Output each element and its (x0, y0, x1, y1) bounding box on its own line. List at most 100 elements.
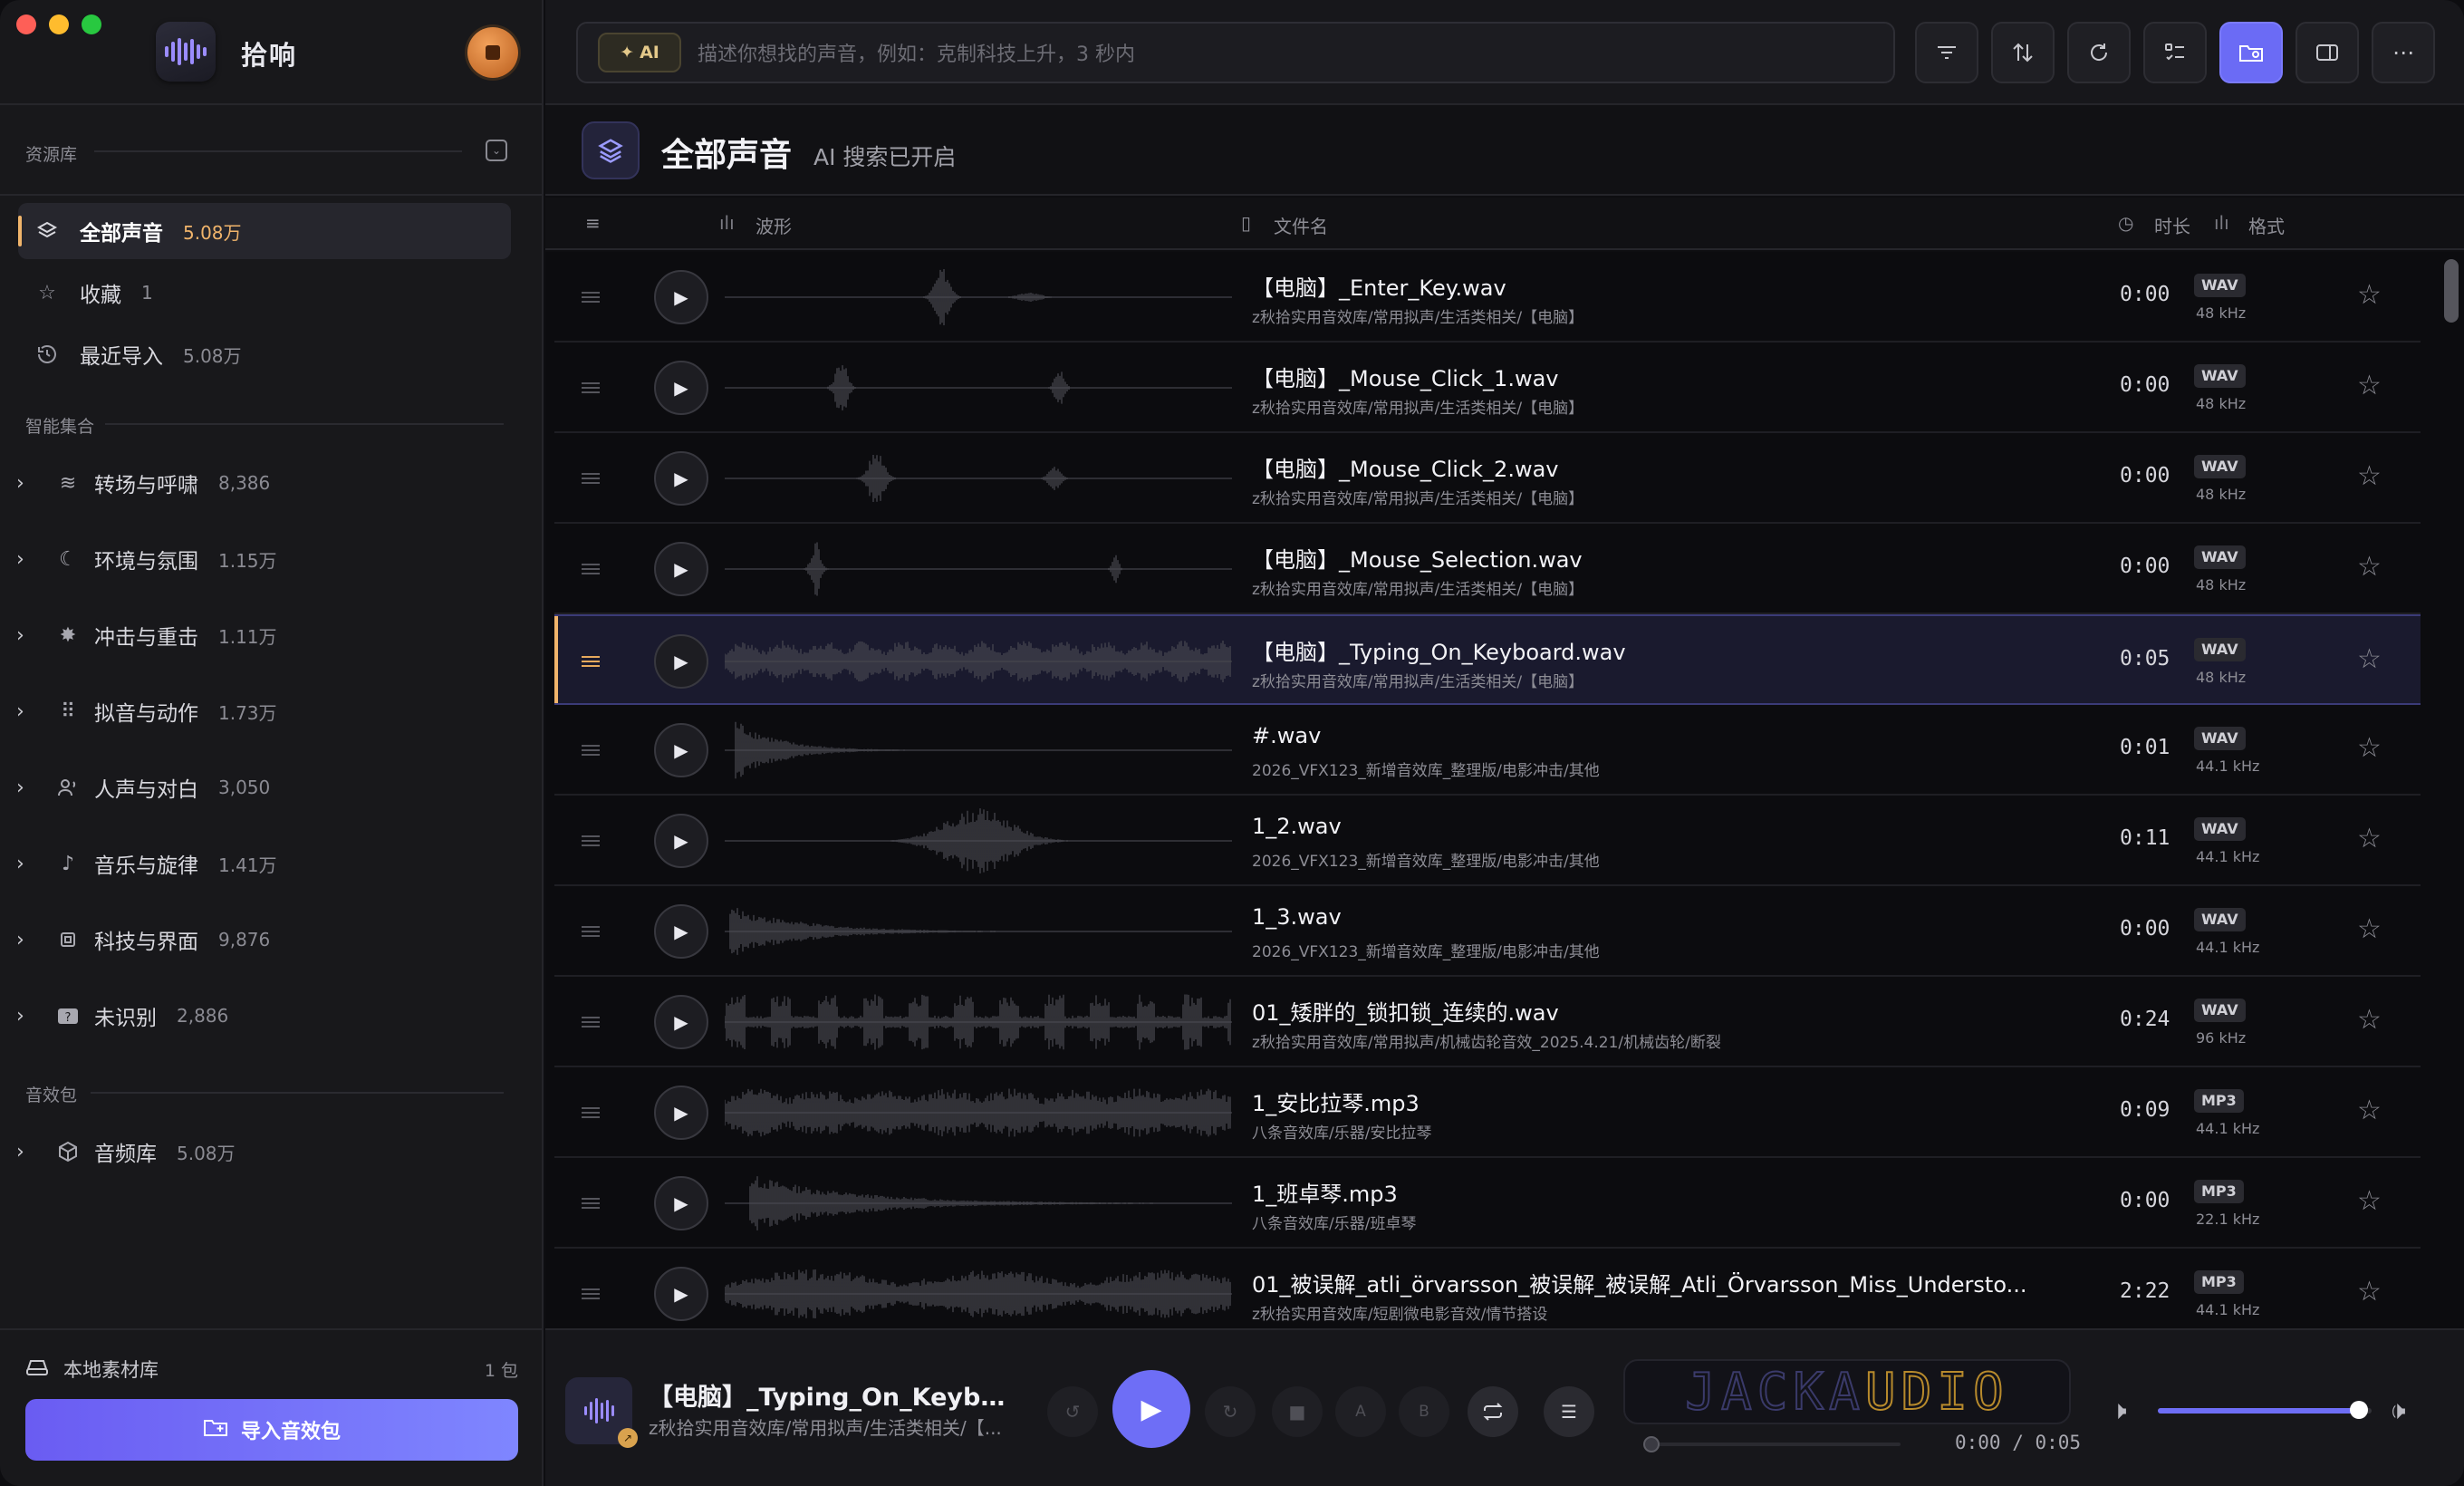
drag-handle-icon[interactable] (582, 1107, 600, 1118)
sound-row[interactable]: ▶ 1_安比拉琴.mp3 八条音效库/乐器/安比拉琴 0:09 MP3 44.1 kHz ☆ (554, 1067, 2421, 1158)
chevron-right-icon[interactable]: › (16, 777, 34, 799)
waveform[interactable] (725, 353, 1232, 422)
smart-item-voice[interactable]: › 人声与对白 3,050 (16, 760, 524, 815)
progress-bar[interactable] (1643, 1436, 1901, 1452)
smart-item-transitions[interactable]: › ≋ 转场与呼啸 8,386 (16, 456, 524, 510)
forward-button[interactable]: ↻ (1205, 1386, 1256, 1437)
drag-handle-icon[interactable] (582, 926, 600, 937)
more-button[interactable]: ⋯ (2372, 22, 2435, 83)
drag-handle-icon[interactable] (582, 473, 600, 484)
favorite-star-icon[interactable]: ☆ (2357, 823, 2382, 854)
favorite-star-icon[interactable]: ☆ (2357, 551, 2382, 583)
sound-row[interactable]: ▶ 【电脑】_Typing_On_Keyboard.wav z秋拾实用音效库/常用拟… (554, 614, 2421, 705)
smart-item-foley[interactable]: › ⠿ 拟音与动作 1.73万 (16, 684, 524, 738)
sidebar-item-recent-imports[interactable]: 最近导入 5.08万 (18, 326, 511, 382)
volume-handle[interactable] (2349, 1401, 2368, 1419)
waveform[interactable] (725, 897, 1232, 966)
smart-item-ambience[interactable]: › ☾ 环境与氛围 1.15万 (16, 532, 524, 586)
sound-row[interactable]: ▶ 【电脑】_Enter_Key.wav z秋拾实用音效库/常用拟声/生活类相关/【… (554, 252, 2421, 343)
checklist-button[interactable] (2143, 22, 2207, 83)
sound-row[interactable]: ▶ 1_2.wav 2026_VFX123_新增音效库_整理版/电影冲击/其他 0:1… (554, 796, 2421, 886)
column-header-waveform[interactable]: 波形 (756, 212, 792, 238)
row-play-button[interactable]: ▶ (654, 723, 708, 777)
sort-button[interactable] (1991, 22, 2055, 83)
refresh-button[interactable] (2067, 22, 2131, 83)
chevron-right-icon[interactable]: › (16, 700, 34, 723)
waveform[interactable] (725, 535, 1232, 603)
favorite-star-icon[interactable]: ☆ (2357, 279, 2382, 311)
row-play-button[interactable]: ▶ (654, 1176, 708, 1230)
drag-handle-icon[interactable] (582, 1017, 600, 1028)
smart-item-impacts[interactable]: › ✸ 冲击与重击 1.11万 (16, 608, 524, 662)
record-stop-icon[interactable] (467, 27, 518, 78)
sound-row[interactable]: ▶ 【电脑】_Mouse_Click_2.wav z秋拾实用音效库/常用拟声/生活类… (554, 433, 2421, 524)
waveform[interactable] (725, 1259, 1232, 1328)
waveform[interactable] (725, 806, 1232, 875)
scrollbar-thumb[interactable] (2444, 259, 2459, 323)
favorite-star-icon[interactable]: ☆ (2357, 732, 2382, 764)
sound-row[interactable]: ▶ 1_班卓琴.mp3 八条音效库/乐器/班卓琴 0:00 MP3 22.1 kHz ☆ (554, 1158, 2421, 1249)
chevron-right-icon[interactable]: › (16, 472, 34, 495)
import-pack-button[interactable]: 导入音效包 (25, 1399, 518, 1461)
column-header-filename[interactable]: 文件名 (1274, 212, 1328, 238)
sound-row[interactable]: ▶ #.wav 2026_VFX123_新增音效库_整理版/电影冲击/其他 0:01 W… (554, 705, 2421, 796)
zoom-window-button[interactable] (82, 14, 101, 34)
repeat-button[interactable] (1468, 1386, 1518, 1437)
playlist-button[interactable]: ☰ (1544, 1386, 1594, 1437)
row-play-button[interactable]: ▶ (654, 361, 708, 415)
volume-low-icon[interactable]: 🕨 (2111, 1395, 2127, 1426)
row-play-button[interactable]: ▶ (654, 814, 708, 868)
row-play-button[interactable]: ▶ (654, 1267, 708, 1321)
play-button[interactable]: ▶ (1112, 1370, 1190, 1448)
minimize-window-button[interactable] (49, 14, 69, 34)
sound-list[interactable]: ▶ 【电脑】_Enter_Key.wav z秋拾实用音效库/常用拟声/生活类相关/【… (545, 252, 2464, 1328)
column-header-format[interactable]: 格式 (2248, 212, 2285, 238)
favorite-star-icon[interactable]: ☆ (2357, 1185, 2382, 1217)
chevron-right-icon[interactable]: › (16, 1005, 34, 1028)
toggle-panel-button[interactable] (2296, 22, 2359, 83)
waveform[interactable] (725, 988, 1232, 1057)
row-play-button[interactable]: ▶ (654, 634, 708, 689)
sound-row[interactable]: ▶ 1_3.wav 2026_VFX123_新增音效库_整理版/电影冲击/其他 0:0… (554, 886, 2421, 977)
row-play-button[interactable]: ▶ (654, 995, 708, 1049)
row-play-button[interactable]: ▶ (654, 904, 708, 959)
sidebar-item-favorites[interactable]: ☆ 收藏 1 (18, 265, 511, 321)
search-bar[interactable]: ✦ AI 描述你想找的声音，例如：克制科技上升，3 秒内 (576, 22, 1895, 83)
progress-handle[interactable] (1643, 1436, 1660, 1452)
volume-slider[interactable] (2158, 1401, 2372, 1419)
chevron-right-icon[interactable]: › (16, 929, 34, 951)
drag-handle-icon[interactable] (582, 564, 600, 574)
ab-loop-b-button[interactable]: B (1399, 1386, 1449, 1437)
smart-item-tech[interactable]: › 科技与界面 9,876 (16, 912, 524, 967)
rewind-button[interactable]: ↺ (1047, 1386, 1098, 1437)
waveform[interactable] (725, 716, 1232, 785)
folder-view-button[interactable] (2219, 22, 2283, 83)
smart-item-music[interactable]: › ♪ 音乐与旋律 1.41万 (16, 836, 524, 891)
sidebar-item-all-sounds[interactable]: 全部声音 5.08万 (18, 203, 511, 259)
sound-row[interactable]: ▶ 【电脑】_Mouse_Click_1.wav z秋拾实用音效库/常用拟声/生活类… (554, 343, 2421, 433)
waveform[interactable] (725, 1078, 1232, 1147)
stop-button[interactable]: ■ (1272, 1386, 1323, 1437)
favorite-star-icon[interactable]: ☆ (2357, 1004, 2382, 1036)
drag-handle-icon[interactable] (582, 292, 600, 303)
chevron-right-icon[interactable]: › (16, 853, 34, 875)
drag-handle-icon[interactable] (582, 1288, 600, 1299)
favorite-star-icon[interactable]: ☆ (2357, 460, 2382, 492)
favorite-star-icon[interactable]: ☆ (2357, 643, 2382, 675)
smart-item-unrecognized[interactable]: › ? 未识别 2,886 (16, 989, 524, 1043)
waveform[interactable] (725, 627, 1232, 696)
favorite-star-icon[interactable]: ☆ (2357, 370, 2382, 401)
ai-toggle-button[interactable]: ✦ AI (598, 33, 681, 72)
drag-handle-icon[interactable] (582, 745, 600, 756)
sound-row[interactable]: ▶ 01_被误解_atli_örvarsson_被误解_被误解_Atli_Örva… (554, 1249, 2421, 1328)
drag-handle-icon[interactable] (582, 835, 600, 846)
row-play-button[interactable]: ▶ (654, 270, 708, 324)
row-play-button[interactable]: ▶ (654, 451, 708, 506)
column-header-duration[interactable]: 时长 (2154, 212, 2190, 238)
waveform[interactable] (725, 1169, 1232, 1238)
favorite-star-icon[interactable]: ☆ (2357, 913, 2382, 945)
pack-item-audio-library[interactable]: › 音频库 5.08万 (16, 1124, 524, 1179)
sound-row[interactable]: ▶ 【电脑】_Mouse_Selection.wav z秋拾实用音效库/常用拟声/生… (554, 524, 2421, 614)
waveform[interactable] (725, 263, 1232, 332)
waveform[interactable] (725, 444, 1232, 513)
